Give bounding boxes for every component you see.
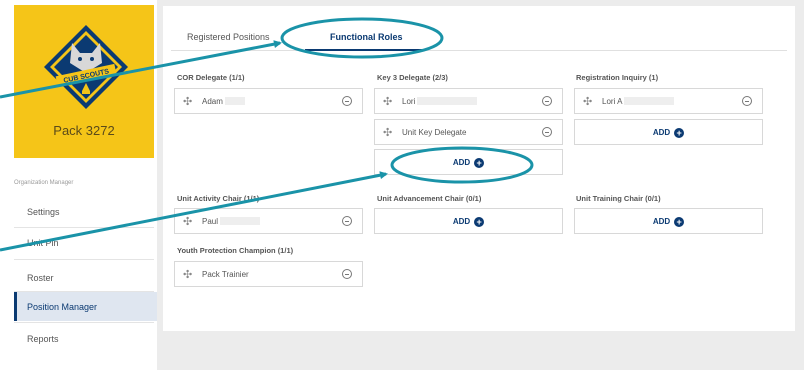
redacted-text <box>417 97 478 105</box>
unit-activity-chair-title: Unit Activity Chair (1/1) <box>177 194 260 203</box>
member-name: Unit Key Delegate <box>402 128 467 137</box>
add-unit-training-chair-button[interactable]: ADD + <box>574 208 763 234</box>
sidebar-item-reports[interactable]: Reports <box>14 323 154 353</box>
plus-circle-icon: + <box>474 217 485 227</box>
main-area: Registered Positions Functional Roles CO… <box>157 0 804 370</box>
redacted-text <box>224 97 245 105</box>
drag-handle-icon[interactable]: ✣ <box>383 95 392 108</box>
section-label: Organization Manager <box>14 180 74 186</box>
member-card[interactable]: ✣ Paul <box>174 208 363 234</box>
tab-divider <box>171 50 787 51</box>
cor-delegate-title: COR Delegate (1/1) <box>177 73 245 82</box>
cub-scouts-logo: CUB SCOUTS <box>44 25 128 109</box>
registration-inquiry-title: Registration Inquiry (1) <box>576 73 659 82</box>
minus-circle-icon[interactable] <box>542 96 552 106</box>
tab-bar: Registered Positions Functional Roles <box>163 6 795 48</box>
minus-circle-icon[interactable] <box>342 269 352 279</box>
plus-circle-icon: + <box>674 217 685 227</box>
unit-training-chair-title: Unit Training Chair (0/1) <box>576 194 661 203</box>
redacted-text <box>220 217 261 225</box>
plus-circle-icon: + <box>474 158 485 168</box>
member-card[interactable]: ✣ Lori A <box>574 88 763 114</box>
sidebar-item-label: Reports <box>27 334 59 344</box>
sidebar-item-unit-pin[interactable]: Unit Pin <box>14 228 154 258</box>
add-label: ADD <box>452 217 471 226</box>
add-label: ADD <box>652 217 671 226</box>
add-registration-inquiry-button[interactable]: ADD + <box>574 119 763 145</box>
add-label: ADD <box>652 128 671 137</box>
unit-advancement-chair-title: Unit Advancement Chair (0/1) <box>377 194 482 203</box>
drag-handle-icon[interactable]: ✣ <box>183 215 192 228</box>
youth-protection-champion-title: Youth Protection Champion (1/1) <box>177 246 294 255</box>
drag-handle-icon[interactable]: ✣ <box>183 95 192 108</box>
sidebar-item-label: Settings <box>27 207 60 217</box>
minus-circle-icon[interactable] <box>542 127 552 137</box>
sidebar-item-roster[interactable]: Roster <box>14 260 154 290</box>
sidebar-item-label: Roster <box>27 273 54 283</box>
functional-roles-panel: Registered Positions Functional Roles CO… <box>163 6 795 331</box>
sidebar-item-label: Position Manager <box>27 302 98 312</box>
member-name: Lori <box>402 97 416 106</box>
minus-circle-icon[interactable] <box>742 96 752 106</box>
sidebar: CUB SCOUTS Pack 3272 Organization Manage… <box>14 5 157 365</box>
sidebar-item-settings[interactable]: Settings <box>14 198 154 226</box>
member-name: Lori A <box>602 97 623 106</box>
active-tab-indicator <box>305 49 423 51</box>
member-name: Pack Trainier <box>202 270 249 279</box>
add-unit-advancement-chair-button[interactable]: ADD + <box>374 208 563 234</box>
minus-circle-icon[interactable] <box>342 216 352 226</box>
drag-handle-icon[interactable]: ✣ <box>583 95 592 108</box>
plus-circle-icon: + <box>674 128 685 138</box>
drag-handle-icon[interactable]: ✣ <box>383 126 392 139</box>
add-key3-delegate-button[interactable]: ADD + <box>374 149 563 175</box>
member-name: Adam <box>202 97 223 106</box>
tab-functional-roles[interactable]: Functional Roles <box>330 32 403 42</box>
drag-handle-icon[interactable]: ✣ <box>183 268 192 281</box>
sidebar-item-label: Unit Pin <box>27 238 59 248</box>
minus-circle-icon[interactable] <box>342 96 352 106</box>
add-label: ADD <box>452 158 471 167</box>
sidebar-item-position-manager[interactable]: Position Manager <box>14 292 157 321</box>
member-card[interactable]: ✣ Adam <box>174 88 363 114</box>
tab-registered-positions[interactable]: Registered Positions <box>187 32 270 42</box>
member-card[interactable]: ✣ Pack Trainier <box>174 261 363 287</box>
pack-name: Pack 3272 <box>53 123 115 138</box>
key3-delegate-title: Key 3 Delegate (2/3) <box>377 73 448 82</box>
member-card[interactable]: ✣ Lori <box>374 88 563 114</box>
unit-brand-header: CUB SCOUTS Pack 3272 <box>14 5 154 158</box>
member-name: Paul <box>202 217 219 226</box>
redacted-text <box>624 97 675 105</box>
member-card[interactable]: ✣ Unit Key Delegate <box>374 119 563 145</box>
